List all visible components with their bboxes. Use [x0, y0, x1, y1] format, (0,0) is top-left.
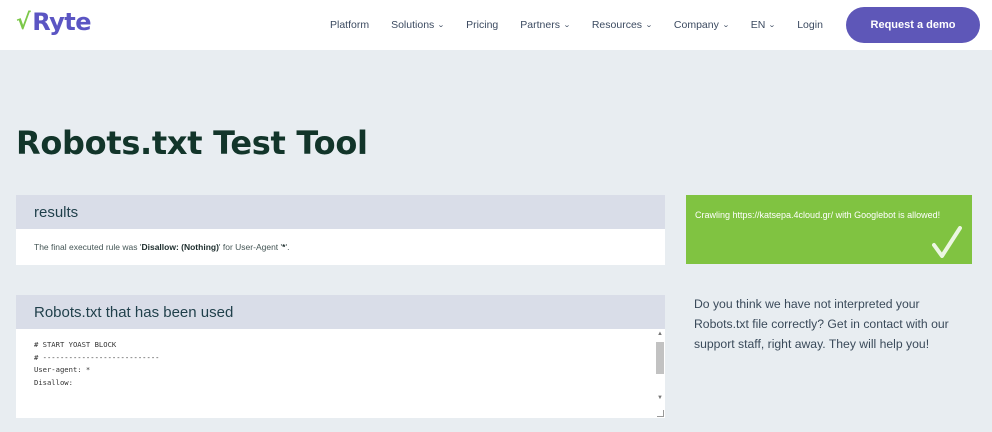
- resize-grip-icon[interactable]: [657, 410, 664, 417]
- ryte-logo[interactable]: √ Ryte: [16, 8, 91, 36]
- nav-item-login[interactable]: Login: [797, 19, 823, 31]
- nav-item-label: Login: [797, 19, 823, 31]
- results-text-middle: ' for User-Agent ': [218, 242, 283, 252]
- robots-txt-textarea[interactable]: # START YOAST BLOCK # -------------------…: [16, 329, 665, 418]
- nav-item-en[interactable]: EN ⌄: [750, 19, 777, 31]
- crawl-status-box: Crawling https://katsepa.4cloud.gr/ with…: [686, 195, 972, 264]
- results-text-prefix: The final executed rule was ': [34, 242, 142, 252]
- robots-line: Disallow:: [34, 377, 73, 387]
- nav-item-label: Company: [673, 19, 719, 31]
- results-rule: Disallow: (Nothing): [141, 242, 219, 252]
- nav-menu: Platform Solutions ⌄ Pricing Partners ⌄ Resour…: [330, 0, 845, 50]
- robots-line: User-agent: *: [34, 365, 91, 374]
- nav-item-label: Resources: [591, 19, 643, 31]
- contact-text-before: Do you think we have not interpreted you…: [694, 297, 932, 331]
- robots-used-heading: Robots.txt that has been used: [34, 303, 234, 321]
- scroll-thumb[interactable]: [656, 342, 664, 374]
- chevron-down-icon: ⌄: [437, 22, 446, 29]
- results-body: The final executed rule was 'Disallow: (…: [16, 229, 665, 265]
- textarea-scrollbar[interactable]: ▲ ▼: [655, 329, 665, 418]
- chevron-down-icon: ⌄: [721, 22, 730, 29]
- nav-item-resources[interactable]: Resources ⌄: [591, 19, 653, 31]
- nav-item-partners[interactable]: Partners ⌄: [520, 19, 570, 31]
- crawl-status-text: Crawling https://katsepa.4cloud.gr/ with…: [695, 210, 941, 220]
- robots-used-header: Robots.txt that has been used: [16, 295, 665, 329]
- nav-item-label: Partners: [520, 19, 560, 31]
- nav-item-label: Platform: [330, 19, 370, 31]
- logo-check-icon: √: [16, 9, 31, 35]
- scroll-down-arrow-icon[interactable]: ▼: [657, 395, 663, 401]
- top-nav: √ Ryte Platform Solutions ⌄ Pricing Partners…: [0, 0, 992, 50]
- robots-line: # START YOAST BLOCK: [34, 340, 117, 349]
- chevron-down-icon: ⌄: [645, 22, 653, 29]
- robots-txt-content: # START YOAST BLOCK # -------------------…: [34, 339, 160, 389]
- request-demo-button[interactable]: Request a demo: [846, 7, 980, 43]
- nav-item-label: Pricing: [466, 19, 499, 31]
- results-text-suffix: '.: [285, 242, 290, 252]
- results-header: results: [16, 195, 665, 229]
- nav-item-label: EN: [750, 19, 766, 31]
- contact-text: Do you think we have not interpreted you…: [694, 294, 972, 354]
- nav-item-platform[interactable]: Platform: [330, 19, 369, 31]
- nav-item-pricing[interactable]: Pricing: [466, 19, 498, 31]
- robots-line: # ---------------------------: [34, 352, 160, 362]
- page-title: Robots.txt Test Tool: [16, 124, 368, 162]
- scroll-up-arrow-icon[interactable]: ▲: [657, 331, 663, 337]
- nav-item-solutions[interactable]: Solutions ⌄: [391, 19, 446, 31]
- checkmark-icon: [932, 226, 962, 258]
- nav-item-label: Solutions: [391, 19, 435, 31]
- logo-text: Ryte: [32, 8, 91, 36]
- chevron-down-icon: ⌄: [768, 22, 777, 29]
- results-heading: results: [34, 203, 79, 221]
- results-text: The final executed rule was 'Disallow: (…: [34, 242, 289, 252]
- nav-item-company[interactable]: Company ⌄: [673, 19, 730, 31]
- chevron-down-icon: ⌄: [563, 22, 571, 29]
- contact-text-after: , right away. They will help you!: [760, 337, 930, 351]
